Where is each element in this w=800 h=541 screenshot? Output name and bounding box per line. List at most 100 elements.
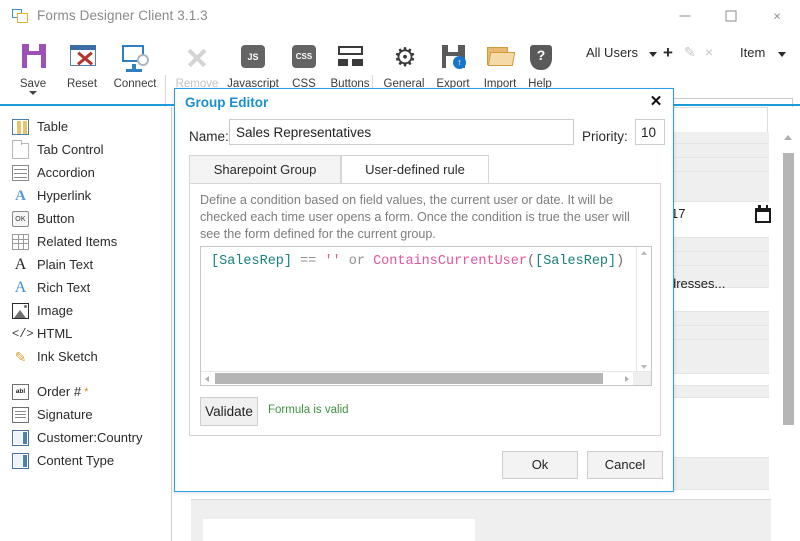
css-chip-label: CSS xyxy=(292,45,316,68)
edit-user-button[interactable]: ✎ xyxy=(684,44,696,61)
priority-label: Priority: xyxy=(582,129,628,144)
sidebar-item-related-items[interactable]: Related Items xyxy=(0,230,172,253)
scroll-down-icon[interactable] xyxy=(641,365,647,369)
sidebar-field-content-type[interactable]: Content Type xyxy=(0,449,172,472)
sidebar-item-label: Tab Control xyxy=(37,142,103,157)
sidebar-item-plain-text[interactable]: A Plain Text xyxy=(0,253,172,276)
users-selector[interactable]: All Users xyxy=(586,45,638,60)
dialog-close-button[interactable]: ✕ xyxy=(646,92,666,112)
app-logo-icon xyxy=(12,9,29,24)
window-with-red-x-icon xyxy=(62,37,102,77)
sidebar-item-tab-control[interactable]: Tab Control xyxy=(0,138,172,161)
code-brackets-icon: </> xyxy=(12,326,29,342)
reset-label: Reset xyxy=(57,78,107,90)
sidebar-field-order-number[interactable]: abl Order # * xyxy=(0,380,172,403)
validation-message: Formula is valid xyxy=(268,404,349,416)
lookup-dropdown-icon xyxy=(12,453,29,469)
group-editor-dialog: Group Editor ✕ Name: Priority: Sharepoin… xyxy=(174,88,674,492)
lookup-dropdown-icon xyxy=(12,430,29,446)
tab-folder-icon xyxy=(12,143,29,159)
grid-table-icon xyxy=(12,234,29,250)
cancel-button[interactable]: Cancel xyxy=(587,451,663,479)
sidebar-field-label: Content Type xyxy=(37,453,114,468)
title-bar: Forms Designer Client 3.1.3 × xyxy=(0,0,800,33)
sidebar-item-label: Accordion xyxy=(37,165,95,180)
save-button[interactable]: Save xyxy=(8,37,58,103)
reset-button[interactable]: Reset xyxy=(57,37,107,103)
plain-text-letter-icon: A xyxy=(12,257,29,273)
priority-input[interactable] xyxy=(635,119,665,145)
bottom-panel-content xyxy=(203,519,475,541)
rich-text-letter-icon: A xyxy=(12,280,29,296)
sidebar-item-label: Hyperlink xyxy=(37,188,91,203)
sidebar-item-rich-text[interactable]: A Rich Text xyxy=(0,276,172,299)
tab-label: User-defined rule xyxy=(365,162,465,177)
scroll-up-icon[interactable] xyxy=(641,251,647,255)
sidebar-item-button[interactable]: OK Button xyxy=(0,207,172,230)
sidebar-field-customer-country[interactable]: Customer:Country xyxy=(0,426,172,449)
table-columns-icon xyxy=(12,119,29,135)
textbox-abl-icon: abl xyxy=(12,384,29,400)
name-input[interactable] xyxy=(229,119,574,145)
export-floppy-icon: ↑ xyxy=(433,37,473,77)
sidebar-item-html[interactable]: </> HTML xyxy=(0,322,172,345)
formula-token-keyword: or xyxy=(349,254,365,269)
sidebar-item-hyperlink[interactable]: A Hyperlink xyxy=(0,184,172,207)
formula-token-operator: == xyxy=(300,254,316,269)
formula-token-field: [SalesRep] xyxy=(535,254,616,269)
open-folder-icon xyxy=(480,37,520,77)
scrollbar-corner xyxy=(633,372,651,385)
users-chevron-down-icon[interactable] xyxy=(649,52,657,57)
formula-token-function: ContainsCurrentUser xyxy=(373,254,527,269)
item-selector-label: Item xyxy=(740,45,765,60)
chevron-down-icon[interactable] xyxy=(29,91,37,95)
sidebar-item-ink-sketch[interactable]: ✎ Ink Sketch xyxy=(0,345,172,368)
tab-user-defined-rule[interactable]: User-defined rule xyxy=(341,155,489,184)
scroll-up-icon[interactable] xyxy=(784,135,792,140)
hyperlink-letter-icon: A xyxy=(12,188,29,204)
formula-editor[interactable]: [SalesRep] == '' or ContainsCurrentUser(… xyxy=(200,246,652,386)
item-selector[interactable]: Item xyxy=(740,45,765,60)
sidebar-item-label: Related Items xyxy=(37,234,117,249)
formula-token-paren: ( xyxy=(527,254,535,269)
scrollbar-thumb[interactable] xyxy=(783,153,794,425)
formula-vertical-scrollbar[interactable] xyxy=(636,247,651,373)
save-label: Save xyxy=(8,78,58,90)
layout-buttons-icon xyxy=(330,37,370,77)
maximize-button[interactable] xyxy=(708,0,754,32)
sidebar-field-signature[interactable]: Signature xyxy=(0,403,172,426)
sidebar-item-label: HTML xyxy=(37,326,72,341)
sidebar-item-image[interactable]: Image xyxy=(0,299,172,322)
canvas-scrollbar[interactable] xyxy=(783,135,794,445)
application-window: Forms Designer Client 3.1.3 × Save Reset… xyxy=(0,0,800,541)
minimize-button[interactable] xyxy=(662,0,708,32)
scrollbar-thumb[interactable] xyxy=(215,373,603,384)
close-window-button[interactable]: × xyxy=(754,0,800,32)
tab-panel-user-defined-rule: Define a condition based on field values… xyxy=(189,183,661,436)
sidebar-item-accordion[interactable]: Accordion xyxy=(0,161,172,184)
formula-token-paren: ) xyxy=(616,254,624,269)
sidebar-item-table[interactable]: Table xyxy=(0,115,172,138)
sidebar-item-label: Plain Text xyxy=(37,257,93,272)
sidebar-item-label: Button xyxy=(37,211,75,226)
delete-icon: × xyxy=(705,44,713,60)
scroll-left-icon[interactable] xyxy=(205,376,209,382)
multiline-text-icon xyxy=(12,407,29,423)
bottom-panel xyxy=(191,499,771,541)
scroll-right-icon[interactable] xyxy=(625,376,629,382)
add-user-button[interactable]: + xyxy=(663,43,673,63)
ok-button[interactable]: Ok xyxy=(502,451,578,479)
gear-icon: ⚙ xyxy=(384,37,424,77)
item-chevron-down-icon[interactable] xyxy=(778,52,786,57)
calendar-icon[interactable] xyxy=(755,208,771,223)
x-cross-icon xyxy=(177,37,217,77)
pencil-icon: ✎ xyxy=(684,44,696,60)
validate-button[interactable]: Validate xyxy=(200,397,258,426)
tab-sharepoint-group[interactable]: Sharepoint Group xyxy=(189,155,341,184)
pen-icon: ✎ xyxy=(12,349,29,365)
delete-user-button[interactable]: × xyxy=(705,44,713,60)
formula-horizontal-scrollbar[interactable] xyxy=(201,371,651,385)
rule-description: Define a condition based on field values… xyxy=(200,192,652,243)
connect-button[interactable]: Connect xyxy=(104,37,166,103)
add-icon: + xyxy=(663,43,673,62)
